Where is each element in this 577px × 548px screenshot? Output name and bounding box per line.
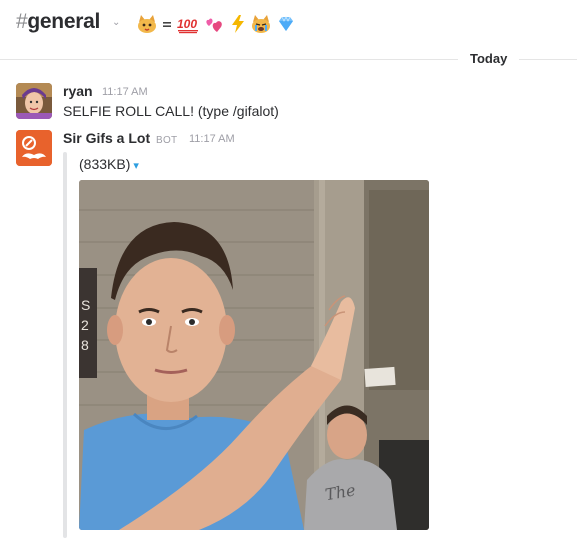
- svg-text:8: 8: [81, 337, 89, 353]
- day-divider-label: Today: [458, 50, 520, 68]
- svg-text:2: 2: [81, 317, 89, 333]
- message-author[interactable]: Sir Gifs a Lot: [63, 130, 150, 146]
- channel-emoji-status: 100: [136, 13, 296, 35]
- message-text: SELFIE ROLL CALL! (type /gifalot): [63, 103, 279, 119]
- attachment-bar: [63, 152, 67, 538]
- message-timestamp[interactable]: 11:17 AM: [189, 133, 235, 145]
- message-timestamp[interactable]: 11:17 AM: [102, 86, 148, 98]
- lightning-icon: [230, 14, 246, 34]
- gem-icon: [276, 14, 296, 34]
- avatar[interactable]: [16, 83, 52, 119]
- cat-face-icon: [136, 14, 158, 34]
- chevron-down-icon[interactable]: ⌄: [112, 17, 120, 28]
- crying-cat-icon: [250, 14, 272, 34]
- attachment-size-text: (833KB): [79, 156, 131, 172]
- attachment-size: (833KB) ▾: [79, 156, 139, 172]
- gif-image[interactable]: S 2 8 The: [79, 180, 429, 530]
- svg-text:S: S: [81, 297, 90, 313]
- message-author[interactable]: ryan: [63, 83, 93, 99]
- channel-name: general: [27, 10, 100, 33]
- channel-title[interactable]: #general: [16, 10, 100, 34]
- channel-header: #general ⌄ 100: [0, 0, 577, 48]
- chevron-down-icon[interactable]: ▾: [133, 160, 139, 172]
- hundred-points-icon: 100: [176, 14, 200, 34]
- bot-avatar[interactable]: [16, 130, 52, 166]
- svg-text:100: 100: [177, 17, 197, 31]
- equals-icon: [162, 14, 172, 34]
- bot-badge: BOT: [156, 135, 178, 146]
- two-hearts-icon: [204, 14, 226, 34]
- channel-hash: #: [16, 10, 28, 33]
